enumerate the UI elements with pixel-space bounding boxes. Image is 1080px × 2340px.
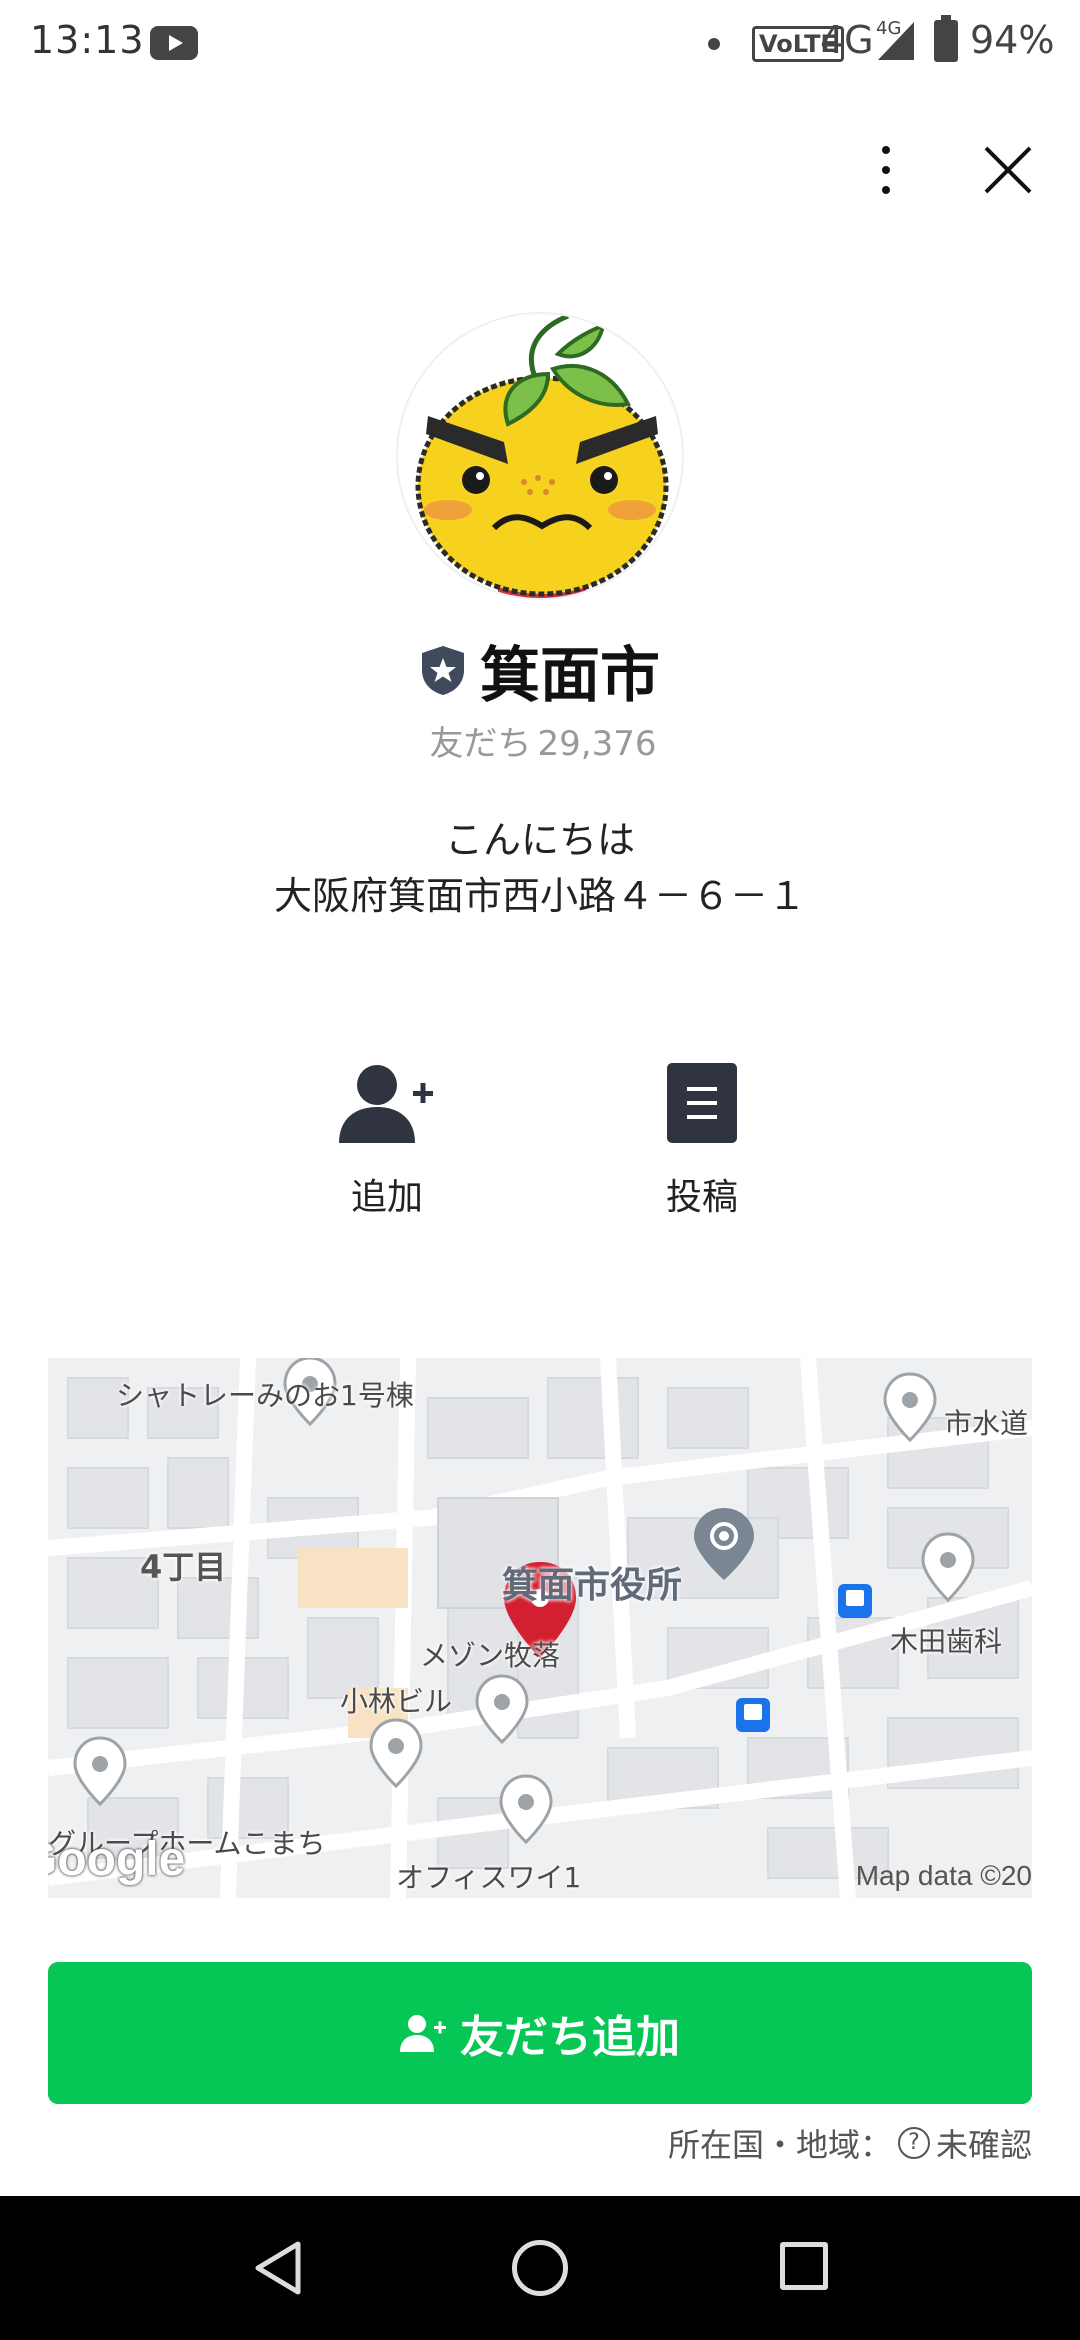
youtube-notification-icon bbox=[150, 26, 198, 60]
back-icon[interactable] bbox=[250, 2238, 310, 2298]
more-options-icon[interactable] bbox=[866, 140, 906, 200]
map-label-office: オフィスワイ1 bbox=[396, 1861, 582, 1894]
posts-icon bbox=[667, 1063, 737, 1143]
system-nav-bar bbox=[0, 2196, 1080, 2340]
friends-number: 29,376 bbox=[537, 724, 657, 764]
verified-badge-icon bbox=[422, 646, 464, 695]
profile-name-row: 箕面市 bbox=[0, 630, 1080, 711]
signal-icon bbox=[878, 22, 914, 60]
close-icon[interactable] bbox=[982, 144, 1034, 196]
map-label-chome: 4丁目 bbox=[140, 1548, 227, 1586]
map-label-kobayashi: 小林ビル bbox=[340, 1685, 453, 1718]
friends-label: 友だち bbox=[429, 724, 532, 764]
add-user-icon bbox=[339, 1065, 433, 1143]
add-user-icon bbox=[400, 2015, 446, 2052]
map-label-kida: 木田歯科 bbox=[890, 1625, 1003, 1658]
region-value: 未確認 bbox=[935, 2126, 1032, 2164]
posts-action[interactable]: 投稿 bbox=[622, 1060, 782, 1220]
network-type: 4G bbox=[820, 18, 874, 62]
posts-action-label: 投稿 bbox=[665, 1177, 738, 1218]
status-bar: 13:13 VoLTE 4G 4G 94% bbox=[0, 0, 1080, 84]
region-label: 所在国・地域： bbox=[667, 2126, 892, 2164]
status-message-line2: 大阪府箕面市西小路４－６－１ bbox=[273, 874, 806, 918]
notification-dot-icon bbox=[708, 38, 720, 50]
region-info: 所在国・地域： ? 未確認 bbox=[668, 2120, 1032, 2166]
profile-name: 箕面市 bbox=[480, 640, 660, 711]
friends-count: 友だち 29,376 bbox=[0, 716, 1080, 765]
status-time: 13:13 bbox=[30, 18, 145, 62]
add-friend-action[interactable]: 追加 bbox=[307, 1060, 467, 1220]
add-friend-button[interactable]: 友だち追加 bbox=[48, 1962, 1032, 2104]
status-message-line1: こんにちは bbox=[444, 818, 635, 862]
map-base bbox=[48, 1358, 1032, 1898]
add-friend-action-label: 追加 bbox=[350, 1177, 423, 1218]
battery-percent: 94% bbox=[970, 18, 1055, 62]
home-icon[interactable] bbox=[512, 2240, 568, 2296]
google-logo: Google bbox=[48, 1833, 186, 1886]
map-label-water: 市水道 bbox=[944, 1407, 1029, 1440]
battery-icon bbox=[934, 15, 958, 62]
profile-avatar[interactable] bbox=[396, 312, 684, 600]
status-message: こんにちは 大阪府箕面市西小路４－６－１ bbox=[0, 812, 1080, 924]
map-label-maison: メゾン牧落 bbox=[420, 1639, 561, 1672]
help-icon[interactable]: ? bbox=[897, 2127, 930, 2159]
add-friend-button-label: 友だち追加 bbox=[460, 2012, 680, 2063]
map-label-cityhall: 箕面市役所 bbox=[502, 1565, 683, 1606]
map-data-credit: Map data ©20 bbox=[855, 1860, 1032, 1891]
mascot-image bbox=[415, 314, 669, 598]
recent-apps-icon[interactable] bbox=[780, 2242, 828, 2290]
map-label-chateau: シャトレーみのお1号棟 bbox=[116, 1379, 414, 1412]
location-map[interactable]: シャトレーみのお1号棟 市水道 4丁目 箕面市役所 木田歯科 メゾン牧落 小林ビ… bbox=[48, 1358, 1032, 1898]
